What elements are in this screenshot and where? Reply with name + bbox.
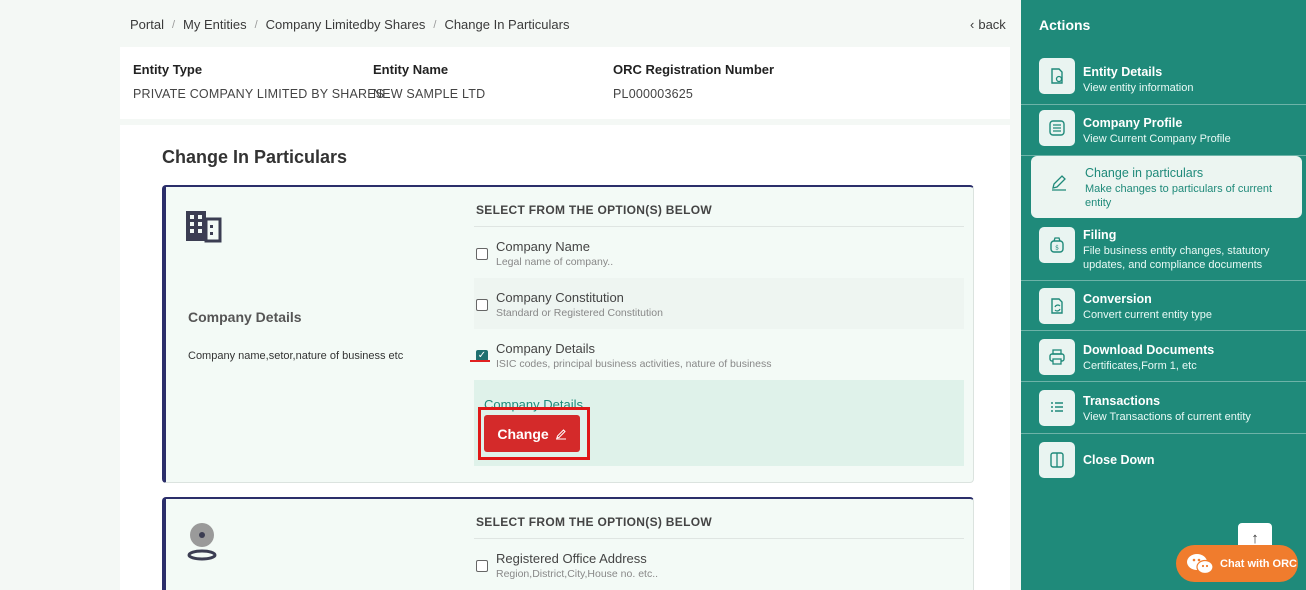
sidebar-item-sublabel: File business entity changes, statutory … xyxy=(1083,245,1270,271)
options-list: SELECT FROM THE OPTION(S) BELOW Company … xyxy=(470,187,964,466)
sidebar-item-transactions[interactable]: Transactions View Transactions of curren… xyxy=(1021,386,1306,434)
sidebar-item-label: Entity Details xyxy=(1083,65,1163,79)
sidebar-item-download-documents[interactable]: Download Documents Certificates,Form 1, … xyxy=(1021,335,1306,382)
option-label: Registered Office Address xyxy=(496,551,647,566)
sidebar-item-label: Close Down xyxy=(1083,453,1155,467)
entity-type-label: Entity Type xyxy=(133,62,203,77)
breadcrumb-separator: / xyxy=(171,18,176,31)
arrow-up-icon: ↑ xyxy=(1251,529,1259,547)
section-title: Company Details xyxy=(188,309,302,325)
option-sublabel: ISIC codes, principal business activitie… xyxy=(496,358,772,370)
sidebar-item-sublabel: View Current Company Profile xyxy=(1083,133,1231,145)
page-title: Change In Particulars xyxy=(162,147,348,167)
options-header: SELECT FROM THE OPTION(S) BELOW xyxy=(474,187,964,227)
sidebar-item-label: Change in particulars xyxy=(1085,166,1204,180)
sidebar-item-label: Filing xyxy=(1083,228,1117,242)
breadcrumb-current: Change In Particulars xyxy=(444,17,570,32)
sidebar-item-change-in-particulars[interactable]: Change in particulars Make changes to pa… xyxy=(1031,156,1302,218)
change-button[interactable]: Change xyxy=(484,415,580,452)
entity-name-label: Entity Name xyxy=(373,62,449,77)
sidebar-item-sublabel: Certificates,Form 1, etc xyxy=(1083,360,1197,372)
pencil-icon xyxy=(1041,164,1077,200)
registered-office-checkbox[interactable] xyxy=(476,560,488,572)
orc-number-col: ORC Registration Number PL000003625 xyxy=(613,62,774,101)
sidebar-item-label: Company Profile xyxy=(1083,116,1183,130)
transactions-list-icon xyxy=(1039,390,1075,426)
option-company-name[interactable]: Company Name Legal name of company.. xyxy=(474,227,964,278)
company-constitution-checkbox[interactable] xyxy=(476,299,488,311)
sidebar-item-company-profile[interactable]: Company Profile View Current Company Pro… xyxy=(1021,110,1306,156)
change-panel: Company Details Change xyxy=(474,380,964,466)
chat-label: Chat with ORC xyxy=(1220,557,1297,570)
main-card: Change In Particulars Company Details Co… xyxy=(120,125,1010,590)
chat-with-orc-button[interactable]: Chat with ORC xyxy=(1176,545,1298,582)
sidebar-item-conversion[interactable]: Conversion Convert current entity type xyxy=(1021,284,1306,331)
breadcrumb-my-entities[interactable]: My Entities xyxy=(183,17,247,32)
document-view-icon xyxy=(1039,58,1075,94)
section-description: Company name,setor,nature of business et… xyxy=(188,350,404,362)
orc-number-label: ORC Registration Number xyxy=(613,62,775,77)
sidebar-item-sublabel: Convert current entity type xyxy=(1083,309,1213,321)
chat-bubble-icon xyxy=(1187,553,1214,574)
option-registered-office-address[interactable]: Registered Office Address Region,Distric… xyxy=(474,539,964,590)
entity-name-value: NEW SAMPLE LTD xyxy=(373,87,486,101)
option-sublabel: Region,District,City,House no. etc.. xyxy=(496,568,659,580)
money-bag-icon: $ xyxy=(1039,227,1075,263)
sidebar-item-filing[interactable]: $ Filing File business entity changes, s… xyxy=(1021,221,1306,281)
pencil-icon xyxy=(555,428,566,439)
change-button-label: Change xyxy=(497,425,549,442)
back-label: back xyxy=(978,17,1006,32)
breadcrumb-separator: / xyxy=(254,18,258,31)
sidebar-item-sublabel: View entity information xyxy=(1083,82,1194,94)
entity-name-col: Entity Name NEW SAMPLE LTD xyxy=(373,62,485,101)
breadcrumb-separator: / xyxy=(433,18,437,31)
sidebar-title: Actions xyxy=(1039,17,1091,33)
option-company-details[interactable]: ✓ Company Details ISIC codes, principal … xyxy=(470,329,964,380)
printer-icon xyxy=(1039,339,1075,375)
sidebar-item-label: Conversion xyxy=(1083,292,1152,306)
entity-summary: Entity Type PRIVATE COMPANY LIMITED BY S… xyxy=(120,47,1010,119)
breadcrumb-portal[interactable]: Portal xyxy=(130,17,164,32)
sidebar-item-sublabel: Make changes to particulars of current e… xyxy=(1085,183,1273,209)
options-list: SELECT FROM THE OPTION(S) BELOW Register… xyxy=(474,499,964,590)
annotation-underline xyxy=(470,360,490,362)
section-company-details: Company Details Company name,setor,natur… xyxy=(162,185,974,483)
option-sublabel: Standard or Registered Constitution xyxy=(496,307,663,319)
breadcrumb-company-type[interactable]: Company Limitedby Shares xyxy=(266,17,426,32)
breadcrumb: Portal / My Entities / Company Limitedby… xyxy=(130,17,569,32)
section-registered-office: SELECT FROM THE OPTION(S) BELOW Register… xyxy=(162,497,974,590)
options-header: SELECT FROM THE OPTION(S) BELOW xyxy=(474,499,964,539)
option-label: Company Constitution xyxy=(496,290,624,305)
actions-sidebar: Actions Entity Details View entity infor… xyxy=(1021,0,1306,590)
building-icon xyxy=(184,209,222,248)
orc-number-value: PL000003625 xyxy=(613,87,694,101)
svg-text:$: $ xyxy=(1055,245,1059,252)
sidebar-item-sublabel: View Transactions of current entity xyxy=(1083,411,1251,423)
back-link[interactable]: ‹ back xyxy=(970,17,1006,32)
option-label: Company Details xyxy=(496,341,595,356)
list-icon xyxy=(1039,110,1075,146)
sidebar-item-label: Download Documents xyxy=(1083,343,1215,357)
sidebar-item-entity-details[interactable]: Entity Details View entity information xyxy=(1021,58,1306,105)
location-pin-icon xyxy=(184,521,220,566)
convert-icon xyxy=(1039,288,1075,324)
company-name-checkbox[interactable] xyxy=(476,248,488,260)
option-company-constitution[interactable]: Company Constitution Standard or Registe… xyxy=(474,278,964,329)
door-icon xyxy=(1039,442,1075,478)
sidebar-item-label: Transactions xyxy=(1083,394,1161,408)
option-label: Company Name xyxy=(496,239,590,254)
entity-type-col: Entity Type PRIVATE COMPANY LIMITED BY S… xyxy=(133,62,384,101)
entity-type-value: PRIVATE COMPANY LIMITED BY SHARES xyxy=(133,87,385,101)
option-sublabel: Legal name of company.. xyxy=(496,256,614,268)
chevron-left-icon: ‹ xyxy=(970,17,975,32)
sidebar-item-close-down[interactable]: Close Down xyxy=(1021,438,1306,482)
